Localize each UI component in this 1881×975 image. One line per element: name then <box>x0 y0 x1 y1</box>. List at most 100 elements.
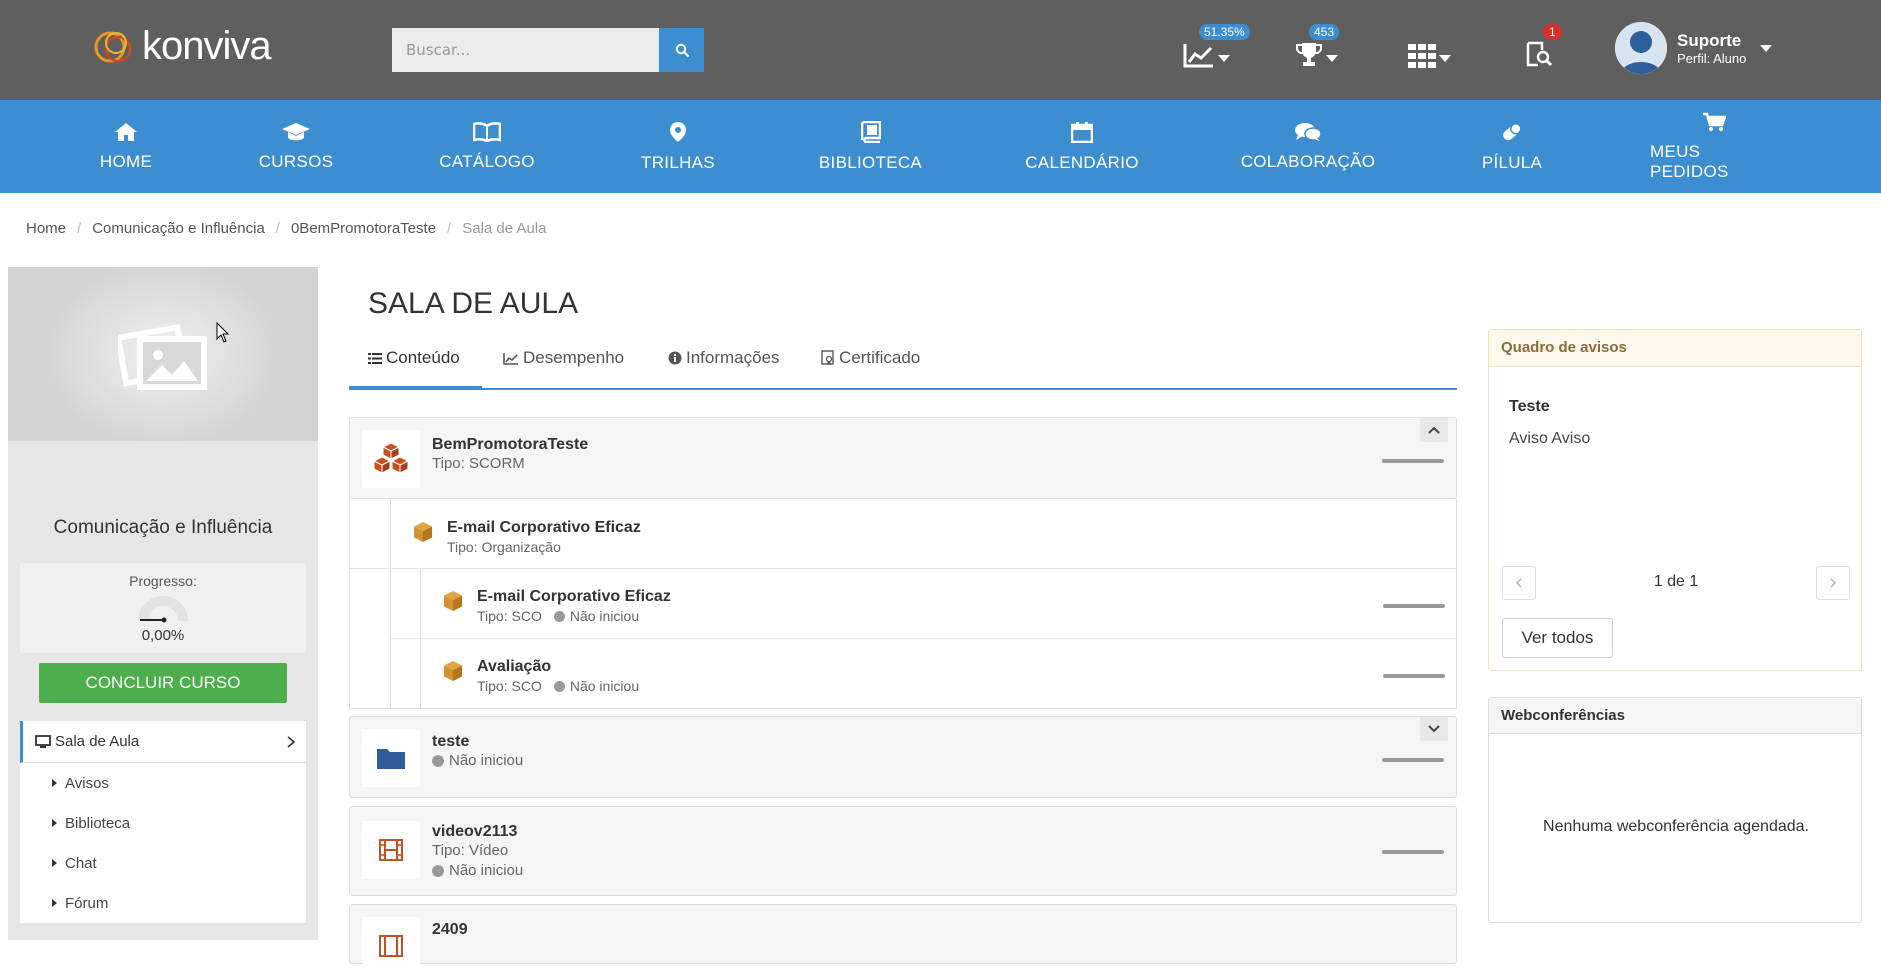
item-title: videov2113 <box>432 823 518 840</box>
webconference-panel: Webconferências Nenhuma webconferência a… <box>1488 697 1862 923</box>
item-progress-bar <box>1382 850 1444 854</box>
item-progress-bar <box>1382 758 1444 762</box>
expand-button[interactable] <box>1420 717 1448 741</box>
content-tabs: Conteúdo Desempenho Informações Certific… <box>349 340 1457 390</box>
item-icon-box <box>362 917 420 975</box>
line-chart-icon <box>1183 44 1213 68</box>
breadcrumb-separator: / <box>447 220 452 237</box>
item-status: Não iniciou <box>449 752 524 769</box>
breadcrumb-course[interactable]: Comunicação e Influência <box>92 220 265 237</box>
nav-catalogo[interactable]: CATÁLOGO <box>437 100 537 193</box>
menu-item-biblioteca[interactable]: Biblioteca <box>20 803 306 843</box>
breadcrumb: Home / Comunicação e Influência / 0BemPr… <box>26 220 546 237</box>
progress-gauge <box>138 596 188 623</box>
content-item-avaliacao[interactable]: Avaliação Tipo: SCO Não iniciou <box>390 639 1456 709</box>
tab-label: Conteúdo <box>386 348 460 367</box>
content-item-scorm[interactable]: BemPromotoraTeste Tipo: SCORM <box>349 417 1457 499</box>
nav-meus-pedidos[interactable]: MEUS PEDIDOS <box>1650 100 1778 193</box>
webconference-empty-text: Nenhuma webconferência agendada. <box>1543 818 1809 835</box>
nav-label: HOME <box>99 151 153 171</box>
tab-certificado[interactable]: Certificado <box>821 348 920 368</box>
item-type: Tipo: SCO <box>477 678 542 694</box>
status-dot <box>553 610 565 622</box>
book-icon <box>860 120 881 143</box>
progress-menu[interactable]: 51.35% <box>1183 24 1250 68</box>
certificate-icon <box>821 350 834 365</box>
user-role: Perfil: Aluno <box>1677 50 1747 66</box>
nav-biblioteca[interactable]: BIBLIOTECA <box>818 100 923 193</box>
apps-menu[interactable] <box>1408 34 1451 68</box>
open-book-icon <box>473 121 501 142</box>
notice-text: Aviso Aviso <box>1509 430 1591 447</box>
avatar <box>1615 22 1667 74</box>
item-icon-box <box>362 821 420 879</box>
item-type: Tipo: SCORM <box>432 455 525 472</box>
menu-item-label: Avisos <box>65 774 109 792</box>
content-item-teste[interactable]: teste Não iniciou <box>349 716 1457 798</box>
menu-head-label: Sala de Aula <box>55 733 140 750</box>
menu-item-chat[interactable]: Chat <box>20 843 306 883</box>
item-type: Tipo: Organização <box>447 539 561 555</box>
course-image <box>8 267 318 441</box>
search-button[interactable] <box>659 28 704 72</box>
nav-home[interactable]: HOME <box>94 100 158 193</box>
chevron-up-icon <box>1428 426 1440 434</box>
breadcrumb-class[interactable]: 0BemPromotoraTeste <box>291 220 436 237</box>
progress-panel: Progresso: 0,00% <box>20 563 306 653</box>
nav-label: CURSOS <box>258 151 334 171</box>
logo-rings-icon <box>94 31 132 62</box>
conclude-course-button[interactable]: CONCLUIR CURSO <box>39 663 287 703</box>
view-all-button[interactable]: Ver todos <box>1502 618 1613 658</box>
cart-icon <box>1703 112 1726 131</box>
nav-label: CATÁLOGO <box>439 151 535 171</box>
menu-item-avisos[interactable]: Avisos <box>20 763 306 803</box>
tab-informacoes[interactable]: Informações <box>668 348 780 368</box>
user-menu[interactable]: Suporte Perfil: Aluno <box>1615 22 1773 74</box>
content-item-2409[interactable]: 2409 <box>349 904 1457 975</box>
comments-icon <box>1295 122 1322 141</box>
search-input[interactable] <box>392 28 659 72</box>
collapse-button[interactable] <box>1420 418 1448 442</box>
progress-label: Progresso: <box>129 573 197 589</box>
nav-label: CALENDÁRIO <box>1025 152 1139 172</box>
menu-item-forum[interactable]: Fórum <box>20 883 306 923</box>
content-item-organization[interactable]: E-mail Corporativo Eficaz Tipo: Organiza… <box>350 499 1456 569</box>
content-item-sco[interactable]: E-mail Corporativo Eficaz Tipo: SCO Não … <box>390 569 1456 639</box>
nav-pilula[interactable]: PÍLULA <box>1482 100 1542 193</box>
caret-right-icon <box>52 859 57 867</box>
nav-trilhas[interactable]: TRILHAS <box>638 100 718 193</box>
item-title: E-mail Corporativo Eficaz <box>447 519 641 536</box>
notice-board-header: Quadro de avisos <box>1489 330 1861 367</box>
caret-right-icon <box>52 819 57 827</box>
nav-label: COLABORAÇÃO <box>1240 151 1376 171</box>
item-title: BemPromotoraTeste <box>432 436 589 453</box>
konviva-logo[interactable]: konviva <box>92 24 272 69</box>
chevron-right-icon <box>1830 578 1836 588</box>
item-icon-box <box>362 430 420 488</box>
nav-colaboracao[interactable]: COLABORAÇÃO <box>1241 100 1375 193</box>
item-title: teste <box>432 733 470 750</box>
caret-right-icon <box>52 899 57 907</box>
tab-conteudo[interactable]: Conteúdo <box>368 348 460 368</box>
cube-icon <box>414 522 432 542</box>
menu-sala-de-aula[interactable]: Sala de Aula <box>20 721 306 763</box>
item-meta: Tipo: SCO Não iniciou <box>477 608 639 624</box>
user-silhouette-icon <box>1615 22 1667 74</box>
nav-label: MEUS PEDIDOS <box>1650 141 1729 181</box>
next-page-button[interactable] <box>1816 566 1850 600</box>
notifications-menu[interactable]: 1 <box>1525 24 1562 68</box>
achievements-menu[interactable]: 453 <box>1295 24 1340 68</box>
item-status: Não iniciou <box>449 862 524 879</box>
content-item-video[interactable]: videov2113 Tipo: Vídeo Não iniciou <box>349 806 1457 896</box>
item-progress-bar <box>1383 604 1445 608</box>
film-icon <box>379 935 403 957</box>
map-marker-icon <box>670 121 686 142</box>
notice-board: Quadro de avisos Teste Aviso Aviso 1 de … <box>1488 329 1862 671</box>
webconference-header: Webconferências <box>1489 698 1861 734</box>
line-chart-icon <box>503 352 518 365</box>
breadcrumb-home[interactable]: Home <box>26 220 66 237</box>
nav-cursos[interactable]: CURSOS <box>255 100 337 193</box>
tab-desempenho[interactable]: Desempenho <box>503 348 624 368</box>
chevron-down-icon <box>1218 55 1230 62</box>
nav-calendario[interactable]: CALENDÁRIO <box>1025 100 1139 193</box>
